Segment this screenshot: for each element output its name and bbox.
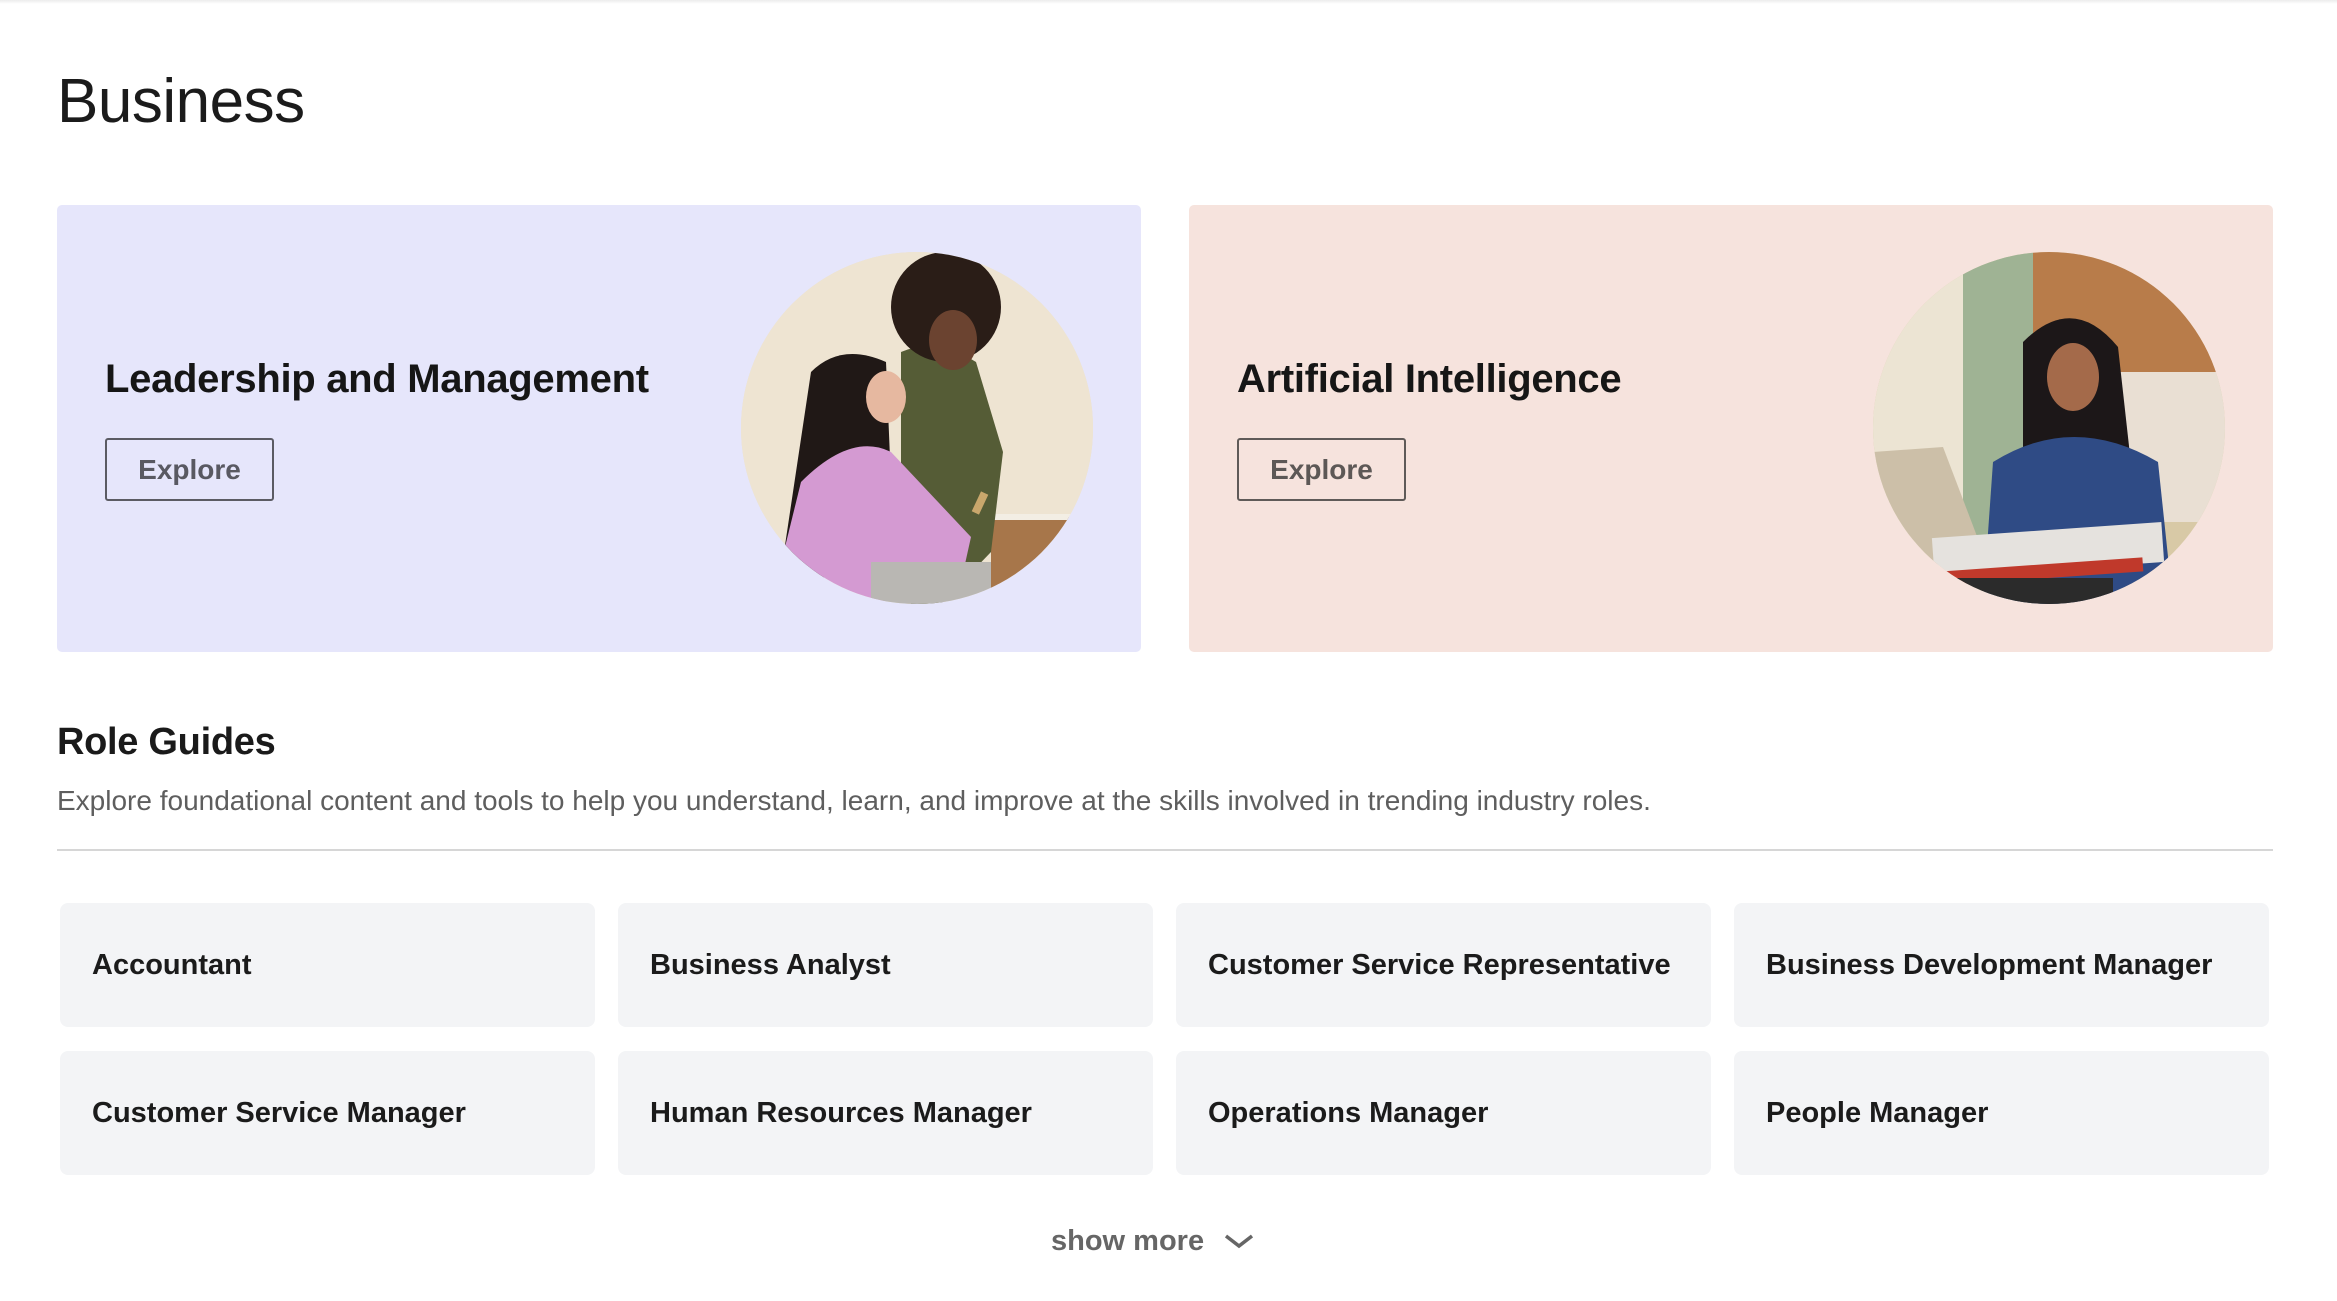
hero-card-leadership[interactable]: Leadership and Management Explore (57, 205, 1141, 652)
show-more-label: show more (1051, 1225, 1205, 1257)
role-card-people-manager[interactable]: People Manager (1734, 1051, 2269, 1175)
role-card-business-development-manager[interactable]: Business Development Manager (1734, 903, 2269, 1027)
role-card-accountant[interactable]: Accountant (60, 903, 595, 1027)
role-card-human-resources-manager[interactable]: Human Resources Manager (618, 1051, 1153, 1175)
hero-image-leadership (741, 252, 1093, 604)
top-edge-shadow (0, 0, 2337, 4)
hero-image-ai (1873, 252, 2225, 604)
role-card-operations-manager[interactable]: Operations Manager (1176, 1051, 1711, 1175)
section-divider (57, 849, 2273, 851)
hero-card-ai[interactable]: Artificial Intelligence Explore (1189, 205, 2273, 652)
role-card-business-analyst[interactable]: Business Analyst (618, 903, 1153, 1027)
role-guides-grid: Accountant Business Analyst Customer Ser… (60, 903, 2269, 1175)
show-more-button[interactable]: show more (1051, 1225, 1254, 1258)
photo-illustration (741, 252, 1093, 604)
section-description: Explore foundational content and tools t… (57, 785, 1651, 816)
section-title-role-guides: Role Guides (57, 721, 276, 763)
role-card-customer-service-representative[interactable]: Customer Service Representative (1176, 903, 1711, 1027)
hero-card-title: Artificial Intelligence (1237, 357, 1622, 401)
hero-card-title: Leadership and Management (105, 357, 649, 401)
explore-button[interactable]: Explore (1237, 438, 1406, 501)
photo-illustration (1873, 252, 2225, 604)
explore-button[interactable]: Explore (105, 438, 274, 501)
chevron-down-icon (1225, 1234, 1254, 1248)
role-card-customer-service-manager[interactable]: Customer Service Manager (60, 1051, 595, 1175)
page-title: Business (57, 67, 305, 136)
